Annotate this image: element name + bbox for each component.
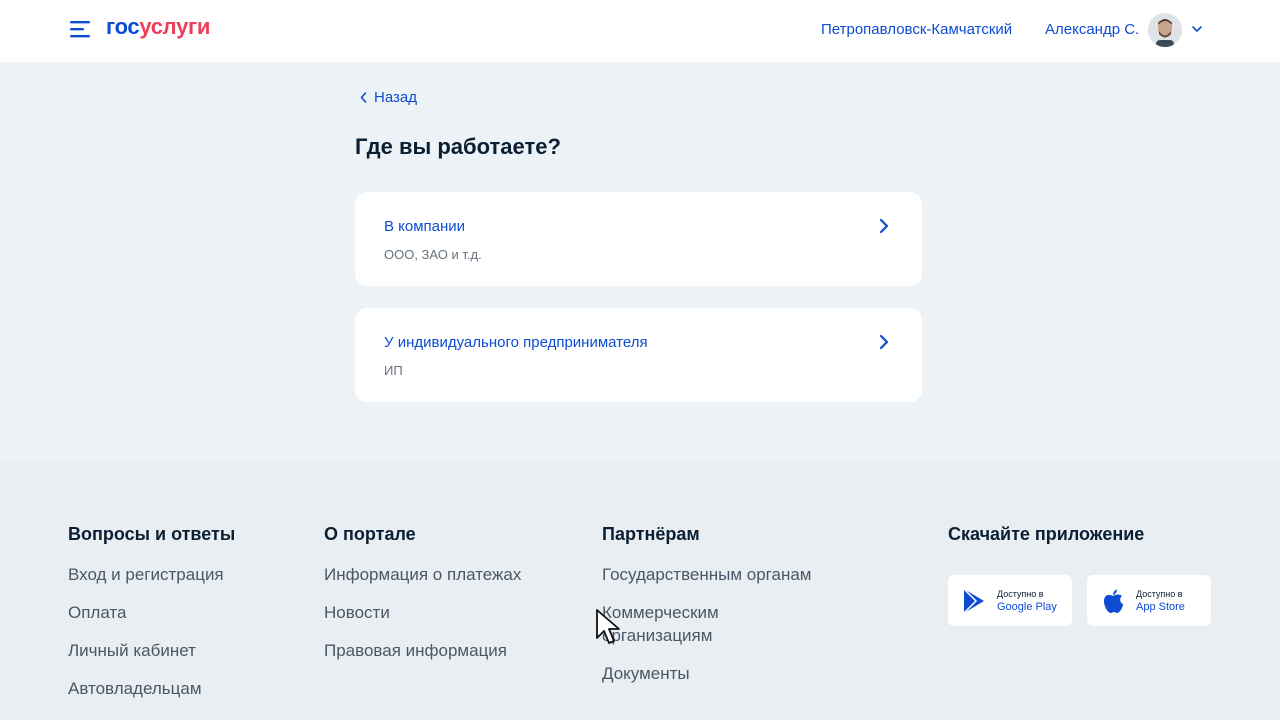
back-label: Назад	[374, 89, 417, 106]
option-title: У индивидуального предпринимателя	[384, 334, 648, 351]
chevron-down-icon[interactable]	[1192, 25, 1202, 33]
option-title: В компании	[384, 218, 466, 235]
footer-link[interactable]: Оплата	[68, 601, 288, 624]
option-company[interactable]: В компании ООО, ЗАО и т.д.	[355, 192, 922, 286]
google-play-icon	[963, 588, 984, 614]
chevron-left-icon	[360, 92, 367, 103]
footer: Вопросы и ответы Вход и регистрация Опла…	[0, 462, 1280, 720]
footer-link[interactable]: Коммерческим организациям	[602, 601, 752, 647]
option-individual-entrepreneur[interactable]: У индивидуального предпринимателя ИП	[355, 308, 922, 402]
footer-link[interactable]: Документы	[602, 662, 832, 685]
store-small-label: Доступно в	[1136, 589, 1183, 599]
back-link[interactable]: Назад	[360, 89, 417, 106]
app-store-button[interactable]: Доступно в App Store	[1087, 575, 1211, 626]
option-subtitle: ИП	[384, 363, 403, 378]
footer-link[interactable]: Информация о платежах	[324, 563, 524, 586]
footer-heading: Партнёрам	[602, 524, 700, 544]
store-big-label: App Store	[1136, 601, 1185, 613]
chevron-right-icon	[879, 334, 889, 350]
footer-column-faq: Вопросы и ответы Вход и регистрация Опла…	[68, 524, 288, 715]
footer-link[interactable]: Новости	[324, 601, 524, 624]
avatar-image	[1148, 13, 1182, 47]
header: госуслуги Петропавловск-Камчатский Алекс…	[0, 0, 1280, 62]
footer-column-about: О портале Информация о платежах Новости …	[324, 524, 524, 677]
store-big-label: Google Play	[997, 601, 1057, 613]
footer-column-partners: Партнёрам Государственным органам Коммер…	[602, 524, 832, 700]
footer-link[interactable]: Вход и регистрация	[68, 563, 288, 586]
chevron-right-icon	[879, 218, 889, 234]
footer-link[interactable]: Правовая информация	[324, 639, 524, 662]
avatar[interactable]	[1148, 13, 1182, 47]
city-selector[interactable]: Петропавловск-Камчатский	[821, 21, 1012, 38]
gosuslugi-logo[interactable]: госуслуги	[106, 14, 210, 40]
footer-column-app: Скачайте приложение	[948, 524, 1228, 563]
footer-link[interactable]: Государственным органам	[602, 563, 832, 586]
store-small-label: Доступно в	[997, 589, 1044, 599]
apple-icon	[1104, 589, 1123, 613]
logo-uslugi: услуги	[139, 14, 211, 39]
option-subtitle: ООО, ЗАО и т.д.	[384, 247, 482, 262]
footer-link[interactable]: Автовладельцам	[68, 677, 288, 700]
footer-heading: Вопросы и ответы	[68, 524, 236, 544]
footer-link[interactable]: Личный кабинет	[68, 639, 288, 662]
footer-heading: Скачайте приложение	[948, 524, 1145, 544]
menu-icon[interactable]	[70, 20, 92, 38]
footer-heading: О портале	[324, 524, 416, 544]
google-play-button[interactable]: Доступно в Google Play	[948, 575, 1072, 626]
user-name[interactable]: Александр С.	[1045, 21, 1139, 38]
logo-gos: гос	[106, 14, 140, 39]
page-title: Где вы работаете?	[355, 134, 561, 159]
